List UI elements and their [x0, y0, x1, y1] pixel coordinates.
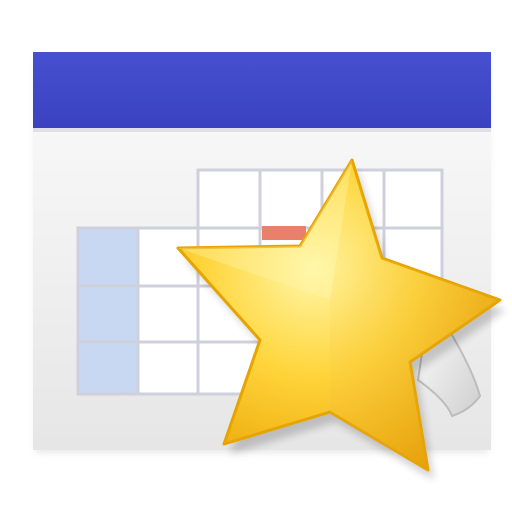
grid-cell — [136, 340, 200, 396]
grid-cell-highlight — [76, 340, 140, 396]
favorite-calendar-icon — [33, 52, 506, 480]
grid-cell — [382, 168, 444, 230]
header-divider — [33, 128, 491, 132]
grid-cell-highlight — [76, 226, 140, 288]
grid-cell — [136, 284, 200, 344]
icon-canvas — [0, 0, 512, 512]
calendar-header — [33, 52, 491, 128]
marked-day — [262, 226, 306, 240]
grid-cell — [258, 168, 324, 230]
grid-cell-highlight — [76, 284, 140, 344]
grid-cell — [196, 168, 262, 230]
